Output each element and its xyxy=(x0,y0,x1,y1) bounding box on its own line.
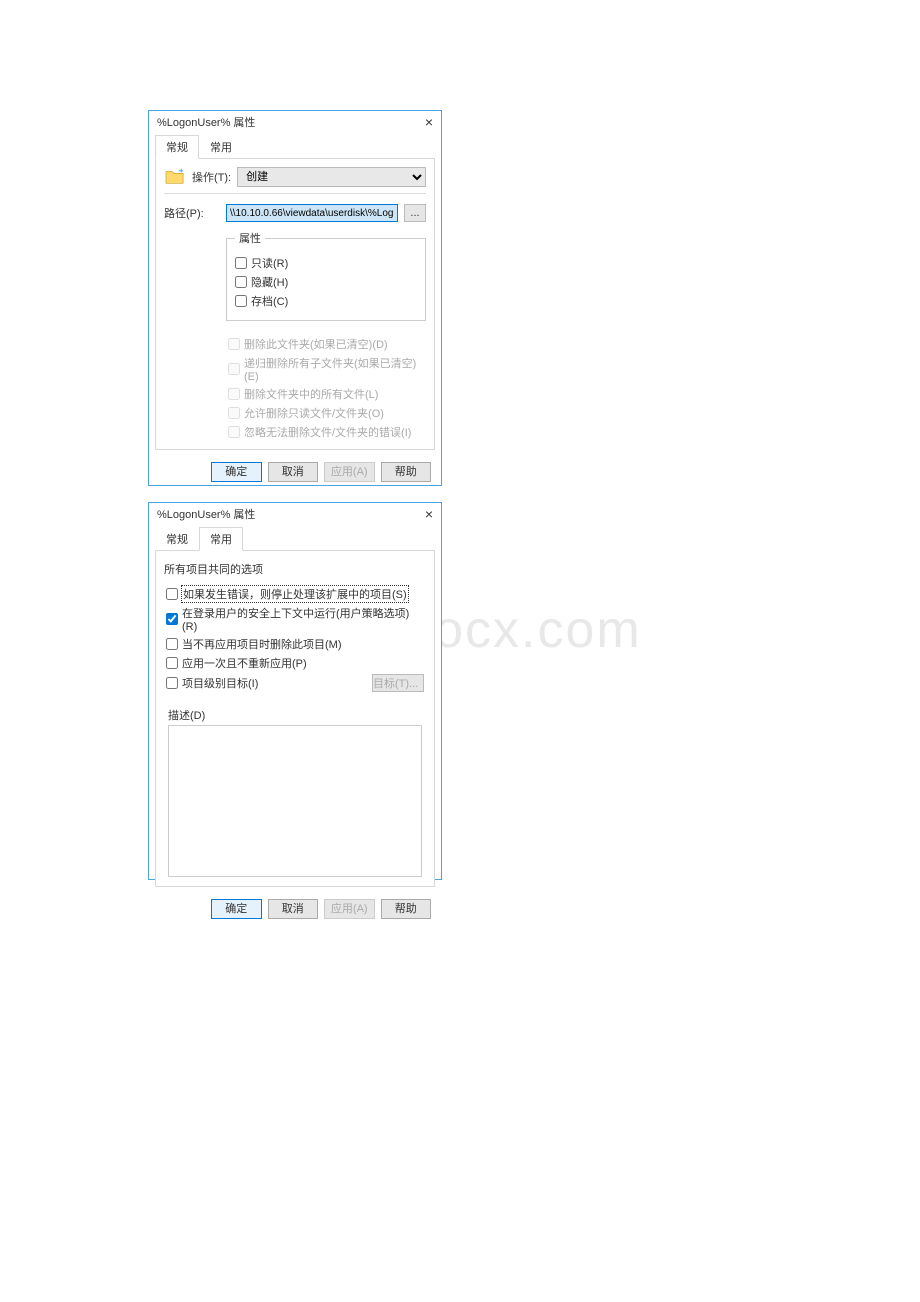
checkbox-delete-files: 删除文件夹中的所有文件(L) xyxy=(228,386,426,402)
checkbox-remove-when-napplied-label: 当不再应用项目时删除此项目(M) xyxy=(182,636,342,652)
checkbox-archive-label: 存档(C) xyxy=(251,293,288,309)
titlebar: %LogonUser% 属性 × xyxy=(149,503,441,525)
checkbox-delete-empty-input xyxy=(228,338,240,350)
cancel-button[interactable]: 取消 xyxy=(268,462,319,482)
button-row: 确定 取消 应用(A) 帮助 xyxy=(201,456,441,490)
checkbox-run-user-context-label: 在登录用户的安全上下文中运行(用户策略选项)(R) xyxy=(182,605,424,633)
tab-common[interactable]: 常用 xyxy=(199,527,243,551)
targeting-button: 目标(T)... xyxy=(372,674,424,692)
path-label: 路径(P): xyxy=(164,205,220,221)
checkbox-readonly-label: 只读(R) xyxy=(251,255,288,271)
help-button[interactable]: 帮助 xyxy=(381,899,432,919)
checkbox-stop-on-error[interactable]: 如果发生错误，则停止处理该扩展中的项目(S) xyxy=(166,586,424,602)
common-options-box: 如果发生错误，则停止处理该扩展中的项目(S) 在登录用户的安全上下文中运行(用户… xyxy=(162,581,428,701)
checkbox-apply-once[interactable]: 应用一次且不重新应用(P) xyxy=(166,655,424,671)
folder-icon xyxy=(164,168,186,186)
checkbox-hidden-input[interactable] xyxy=(235,276,247,288)
browse-button[interactable]: ... xyxy=(404,204,426,222)
apply-button: 应用(A) xyxy=(324,462,375,482)
checkbox-hidden[interactable]: 隐藏(H) xyxy=(235,274,417,290)
titlebar: %LogonUser% 属性 × xyxy=(149,111,441,133)
checkbox-allow-readonly-delete: 允许删除只读文件/文件夹(O) xyxy=(228,405,426,421)
close-icon[interactable]: × xyxy=(423,115,435,129)
checkbox-delete-empty: 删除此文件夹(如果已清空)(D) xyxy=(228,336,426,352)
apply-button: 应用(A) xyxy=(324,899,375,919)
tab-panel-common: 所有项目共同的选项 如果发生错误，则停止处理该扩展中的项目(S) 在登录用户的安… xyxy=(155,550,435,887)
checkbox-item-level-targeting[interactable]: 项目级别目标(I) 目标(T)... xyxy=(166,674,424,692)
checkbox-delete-files-input xyxy=(228,388,240,400)
checkbox-ignore-errors-input xyxy=(228,426,240,438)
properties-dialog-general: %LogonUser% 属性 × 常规 常用 操作(T): 创建 路径(P): … xyxy=(148,110,442,486)
checkbox-delete-files-label: 删除文件夹中的所有文件(L) xyxy=(244,386,378,402)
checkbox-recursive-delete-input xyxy=(228,363,240,375)
cancel-button[interactable]: 取消 xyxy=(268,899,319,919)
attributes-group: 属性 只读(R) 隐藏(H) 存档(C) xyxy=(226,230,426,321)
checkbox-allow-readonly-delete-label: 允许删除只读文件/文件夹(O) xyxy=(244,405,384,421)
action-label: 操作(T): xyxy=(192,169,231,185)
checkbox-archive[interactable]: 存档(C) xyxy=(235,293,417,309)
checkbox-remove-when-napplied-input[interactable] xyxy=(166,638,178,650)
ok-button[interactable]: 确定 xyxy=(211,462,262,482)
tab-common[interactable]: 常用 xyxy=(199,135,243,159)
tab-panel-general: 操作(T): 创建 路径(P): ... 属性 只读(R) 隐藏(H) xyxy=(155,158,435,450)
help-button[interactable]: 帮助 xyxy=(381,462,432,482)
action-select[interactable]: 创建 xyxy=(237,167,426,187)
checkbox-hidden-label: 隐藏(H) xyxy=(251,274,288,290)
checkbox-apply-once-input[interactable] xyxy=(166,657,178,669)
checkbox-readonly[interactable]: 只读(R) xyxy=(235,255,417,271)
checkbox-ignore-errors: 忽略无法删除文件/文件夹的错误(I) xyxy=(228,424,426,440)
tab-strip: 常规 常用 xyxy=(149,135,441,159)
checkbox-apply-once-label: 应用一次且不重新应用(P) xyxy=(182,655,307,671)
checkbox-item-level-targeting-label: 项目级别目标(I) xyxy=(182,675,258,691)
checkbox-archive-input[interactable] xyxy=(235,295,247,307)
checkbox-item-level-targeting-input[interactable] xyxy=(166,677,178,689)
tab-strip: 常规 常用 xyxy=(149,527,441,551)
description-label: 描述(D) xyxy=(168,707,428,723)
checkbox-ignore-errors-label: 忽略无法删除文件/文件夹的错误(I) xyxy=(244,424,411,440)
attributes-legend: 属性 xyxy=(235,230,265,246)
checkbox-stop-on-error-label: 如果发生错误，则停止处理该扩展中的项目(S) xyxy=(182,586,408,602)
checkbox-stop-on-error-input[interactable] xyxy=(166,588,178,600)
checkbox-recursive-delete: 递归删除所有子文件夹(如果已清空)(E) xyxy=(228,355,426,383)
checkbox-run-user-context-input[interactable] xyxy=(166,613,178,625)
button-row: 确定 取消 应用(A) 帮助 xyxy=(201,893,441,927)
path-input[interactable] xyxy=(226,204,398,222)
window-title: %LogonUser% 属性 xyxy=(157,506,255,522)
checkbox-delete-empty-label: 删除此文件夹(如果已清空)(D) xyxy=(244,336,388,352)
common-options-label: 所有项目共同的选项 xyxy=(164,561,428,577)
close-icon[interactable]: × xyxy=(423,507,435,521)
checkbox-run-user-context[interactable]: 在登录用户的安全上下文中运行(用户策略选项)(R) xyxy=(166,605,424,633)
divider xyxy=(164,193,426,194)
properties-dialog-common: %LogonUser% 属性 × 常规 常用 所有项目共同的选项 如果发生错误，… xyxy=(148,502,442,880)
ok-button[interactable]: 确定 xyxy=(211,899,262,919)
checkbox-allow-readonly-delete-input xyxy=(228,407,240,419)
window-title: %LogonUser% 属性 xyxy=(157,114,255,130)
checkbox-recursive-delete-label: 递归删除所有子文件夹(如果已清空)(E) xyxy=(244,355,426,383)
tab-general[interactable]: 常规 xyxy=(155,527,199,551)
description-textarea[interactable] xyxy=(168,725,422,877)
checkbox-readonly-input[interactable] xyxy=(235,257,247,269)
tab-general[interactable]: 常规 xyxy=(155,135,199,159)
checkbox-remove-when-napplied[interactable]: 当不再应用项目时删除此项目(M) xyxy=(166,636,424,652)
